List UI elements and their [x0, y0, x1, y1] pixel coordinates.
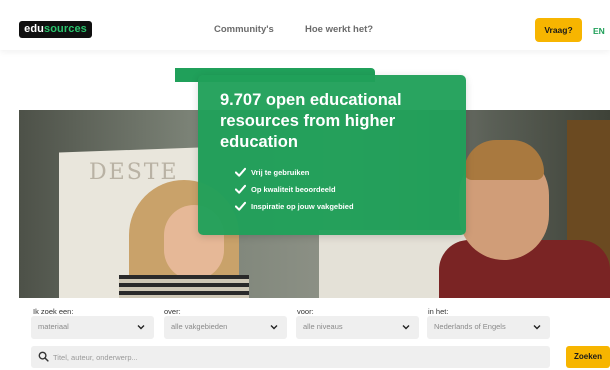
filter-label-type: Ik zoek een:: [33, 307, 74, 316]
check-icon: [235, 184, 246, 194]
search-input[interactable]: [53, 350, 533, 364]
nav-communities[interactable]: Community's: [214, 24, 274, 35]
chevron-down-icon: [137, 325, 145, 330]
person-left-shirt: [119, 275, 249, 298]
whiteboard-text: DESTE: [89, 160, 179, 185]
search-field: [31, 346, 550, 368]
edusources-logo[interactable]: edusources: [19, 21, 92, 38]
chevron-down-icon: [533, 325, 541, 330]
feature-item: Op kwaliteit beoordeeld: [235, 184, 336, 195]
feature-item: Vrij te gebruiken: [235, 167, 309, 178]
filter-value-subject: alle vakgebieden: [171, 322, 228, 331]
feature-label: Op kwaliteit beoordeeld: [251, 185, 336, 194]
nav-how-it-works[interactable]: Hoe werkt het?: [305, 24, 373, 35]
search-icon: [38, 351, 49, 362]
check-icon: [235, 201, 246, 211]
ask-question-button[interactable]: Vraag?: [535, 18, 582, 42]
filter-select-level[interactable]: alle niveaus: [296, 316, 419, 339]
filter-select-subject[interactable]: alle vakgebieden: [164, 316, 287, 339]
feature-item: Inspiratie op jouw vakgebied: [235, 201, 354, 212]
chevron-down-icon: [402, 325, 410, 330]
hero-headline: 9.707 open educational resources from hi…: [220, 91, 402, 151]
site-header: edusources Community's Hoe werkt het? Vr…: [0, 0, 610, 50]
filter-value-type: materiaal: [38, 322, 69, 331]
filter-select-language[interactable]: Nederlands of Engels: [427, 316, 550, 339]
filter-value-level: alle niveaus: [303, 322, 343, 331]
logo-part-sources: sources: [43, 23, 87, 35]
feature-label: Inspiratie op jouw vakgebied: [251, 202, 354, 211]
search-button[interactable]: Zoeken: [566, 346, 610, 368]
filter-select-type[interactable]: materiaal: [31, 316, 154, 339]
language-switch[interactable]: EN: [593, 26, 605, 36]
check-icon: [235, 167, 246, 177]
filter-label-language: in het:: [428, 307, 449, 316]
logo-part-edu: edu: [24, 23, 44, 35]
filter-value-language: Nederlands of Engels: [434, 322, 506, 331]
filter-label-subject: over:: [164, 307, 181, 316]
feature-label: Vrij te gebruiken: [251, 168, 310, 177]
filter-label-level: voor:: [297, 307, 314, 316]
chevron-down-icon: [270, 325, 278, 330]
